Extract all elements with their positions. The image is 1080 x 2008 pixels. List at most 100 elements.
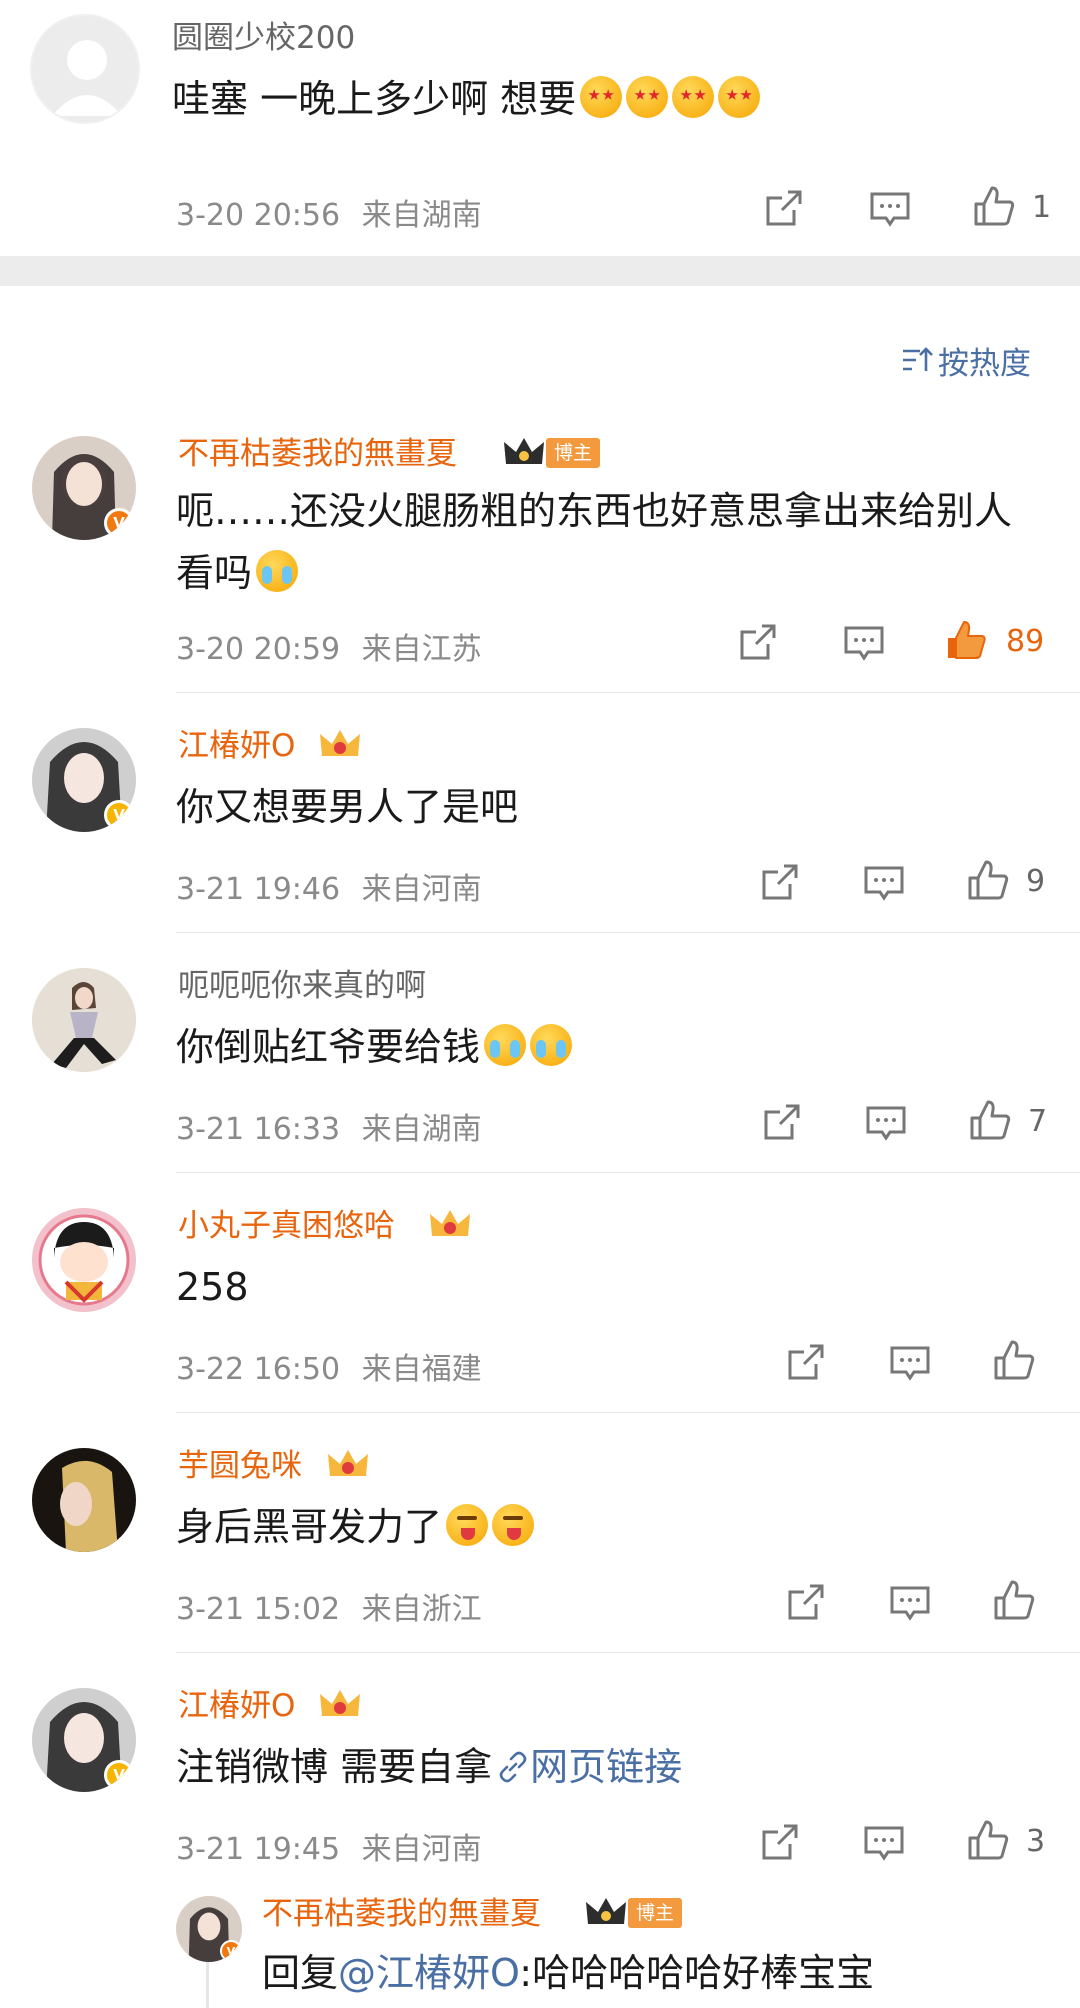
share-icon[interactable] — [736, 620, 780, 664]
avatar-photo — [32, 1448, 136, 1552]
like-icon[interactable] — [972, 184, 1016, 228]
comment-location: 来自江苏 — [361, 632, 482, 667]
like-count: 9 — [1026, 864, 1046, 899]
comment-icon[interactable] — [888, 1580, 932, 1624]
crown-icon — [320, 730, 360, 756]
comment-meta: 3-22 16:50 来自福建 — [176, 1344, 482, 1388]
crying-emoji — [484, 1024, 527, 1066]
like-icon[interactable] — [992, 1338, 1036, 1382]
commenter-name[interactable]: 圆圈少校200 — [172, 18, 355, 58]
commenter-name[interactable]: 呃呃呃你来真的啊 — [178, 966, 426, 1006]
comment-text: 258 — [176, 1265, 249, 1309]
comment-meta: 3-21 15:02 来自浙江 — [176, 1584, 482, 1628]
reply-mention[interactable]: @江椿妍O — [338, 1951, 519, 1995]
share-icon[interactable] — [784, 1580, 828, 1624]
commenter-name[interactable]: 小丸子真困悠哈 — [178, 1206, 395, 1246]
star-struck-emoji — [626, 76, 669, 118]
comment-text-body: 哇塞 一晚上多少啊 想要 — [172, 77, 577, 121]
reply-text: 回复@江椿妍O:哈哈哈哈哈好棒宝宝 — [262, 1942, 1062, 2004]
avatar[interactable] — [32, 1448, 136, 1552]
comment-text: 你又想要男人了是吧 — [176, 785, 519, 829]
comment-time: 3-20 20:56 — [176, 198, 341, 233]
comment-location: 来自河南 — [361, 872, 482, 907]
share-icon[interactable] — [758, 860, 802, 904]
commenter-name[interactable]: 江椿妍O — [178, 726, 295, 766]
avatar[interactable]: V — [32, 1688, 136, 1792]
top-comment: 圆圈少校200 哇塞 一晚上多少啊 想要 3-20 20:56 来自湖南 1 — [0, 0, 1080, 256]
comment-icon[interactable] — [862, 1820, 906, 1864]
comment-text-body: 你倒贴红爷要给钱 — [176, 1025, 481, 1069]
share-icon[interactable] — [762, 186, 806, 230]
sort-control[interactable]: 按热度 — [900, 340, 1031, 382]
crying-emoji — [530, 1024, 573, 1066]
comment-text: 身后黑哥发力了 — [176, 1496, 1056, 1558]
commenter-name[interactable]: 芋圆兔咪 — [178, 1446, 302, 1486]
comment-text-body: 呃……还没火腿肠粗的东西也好意思拿出来给别人看吗 — [176, 489, 1013, 595]
like-count: 7 — [1028, 1104, 1048, 1139]
blogger-tag: 博主 — [546, 438, 601, 468]
comment-text: 你倒贴红爷要给钱 — [176, 1016, 1056, 1078]
avatar[interactable] — [32, 1208, 136, 1312]
crown-icon — [430, 1210, 470, 1236]
crown-icon — [504, 438, 544, 464]
avatar[interactable]: V — [32, 436, 136, 540]
crying-laughing-emoji — [256, 550, 299, 592]
reply-body: :哈哈哈哈哈好棒宝宝 — [519, 1951, 875, 1995]
sort-icon — [903, 347, 933, 371]
like-count: 3 — [1026, 1824, 1046, 1859]
avatar-photo — [32, 968, 136, 1072]
commenter-name[interactable]: 江椿妍O — [178, 1686, 295, 1726]
comment-location: 来自湖南 — [361, 1112, 482, 1147]
crown-icon — [320, 1690, 360, 1716]
reply-prefix: 回复 — [262, 1951, 339, 1995]
verified-badge: V — [104, 1760, 134, 1790]
avatar[interactable]: V — [176, 1896, 242, 1962]
avatar-photo — [32, 1208, 136, 1312]
comment-text: 注销微博 需要自拿 网页链接 — [176, 1736, 1056, 1798]
tongue-out-emoji — [492, 1504, 535, 1546]
comment-icon[interactable] — [864, 1100, 908, 1144]
like-icon[interactable] — [968, 1098, 1012, 1142]
commenter-name[interactable]: 不再枯萎我的無畫夏 — [178, 434, 457, 474]
comment-location: 来自河南 — [361, 1832, 482, 1867]
comment-meta: 3-20 20:59 来自江苏 — [176, 624, 482, 668]
avatar[interactable]: V — [32, 728, 136, 832]
tongue-out-emoji — [446, 1504, 489, 1546]
comment-time: 3-22 16:50 — [176, 1352, 341, 1387]
like-icon[interactable] — [992, 1578, 1036, 1622]
comment-separator — [176, 1652, 1080, 1653]
share-icon[interactable] — [784, 1340, 828, 1384]
comment-meta: 3-21 16:33 来自湖南 — [176, 1104, 482, 1148]
share-icon[interactable] — [758, 1820, 802, 1864]
reply-author-name[interactable]: 不再枯萎我的無畫夏 — [262, 1894, 541, 1934]
sort-label: 按热度 — [938, 345, 1031, 382]
comment-time: 3-21 16:33 — [176, 1112, 341, 1147]
comment-text: 哇塞 一晚上多少啊 想要 — [172, 68, 1052, 130]
avatar[interactable] — [32, 968, 136, 1072]
comment-icon[interactable] — [888, 1340, 932, 1384]
comment-text-body: 注销微博 需要自拿 — [176, 1745, 493, 1789]
comment-text-body: 身后黑哥发力了 — [176, 1505, 443, 1549]
comment-time: 3-21 19:45 — [176, 1832, 341, 1867]
comment-icon[interactable] — [862, 860, 906, 904]
web-link[interactable]: 网页链接 — [530, 1745, 682, 1789]
like-icon[interactable] — [966, 858, 1010, 902]
like-icon[interactable] — [966, 1818, 1010, 1862]
like-icon-active[interactable] — [944, 618, 988, 662]
comment-meta: 3-20 20:56 来自湖南 — [176, 190, 482, 234]
share-icon[interactable] — [760, 1100, 804, 1144]
link-icon — [499, 1751, 527, 1783]
comment-icon[interactable] — [868, 186, 912, 230]
comment-meta: 3-21 19:46 来自河南 — [176, 864, 482, 908]
like-count: 89 — [1006, 624, 1045, 659]
default-avatar-icon — [32, 16, 138, 122]
comment-meta: 3-21 19:45 来自河南 — [176, 1824, 482, 1868]
star-struck-emoji — [672, 76, 715, 118]
comment-location: 来自福建 — [361, 1352, 482, 1387]
comment-separator — [176, 932, 1080, 933]
avatar[interactable] — [30, 14, 140, 124]
comment-separator — [176, 692, 1080, 693]
comment-text: 呃……还没火腿肠粗的东西也好意思拿出来给别人看吗 — [176, 480, 1046, 604]
comment-icon[interactable] — [842, 620, 886, 664]
crown-icon — [586, 1898, 626, 1924]
